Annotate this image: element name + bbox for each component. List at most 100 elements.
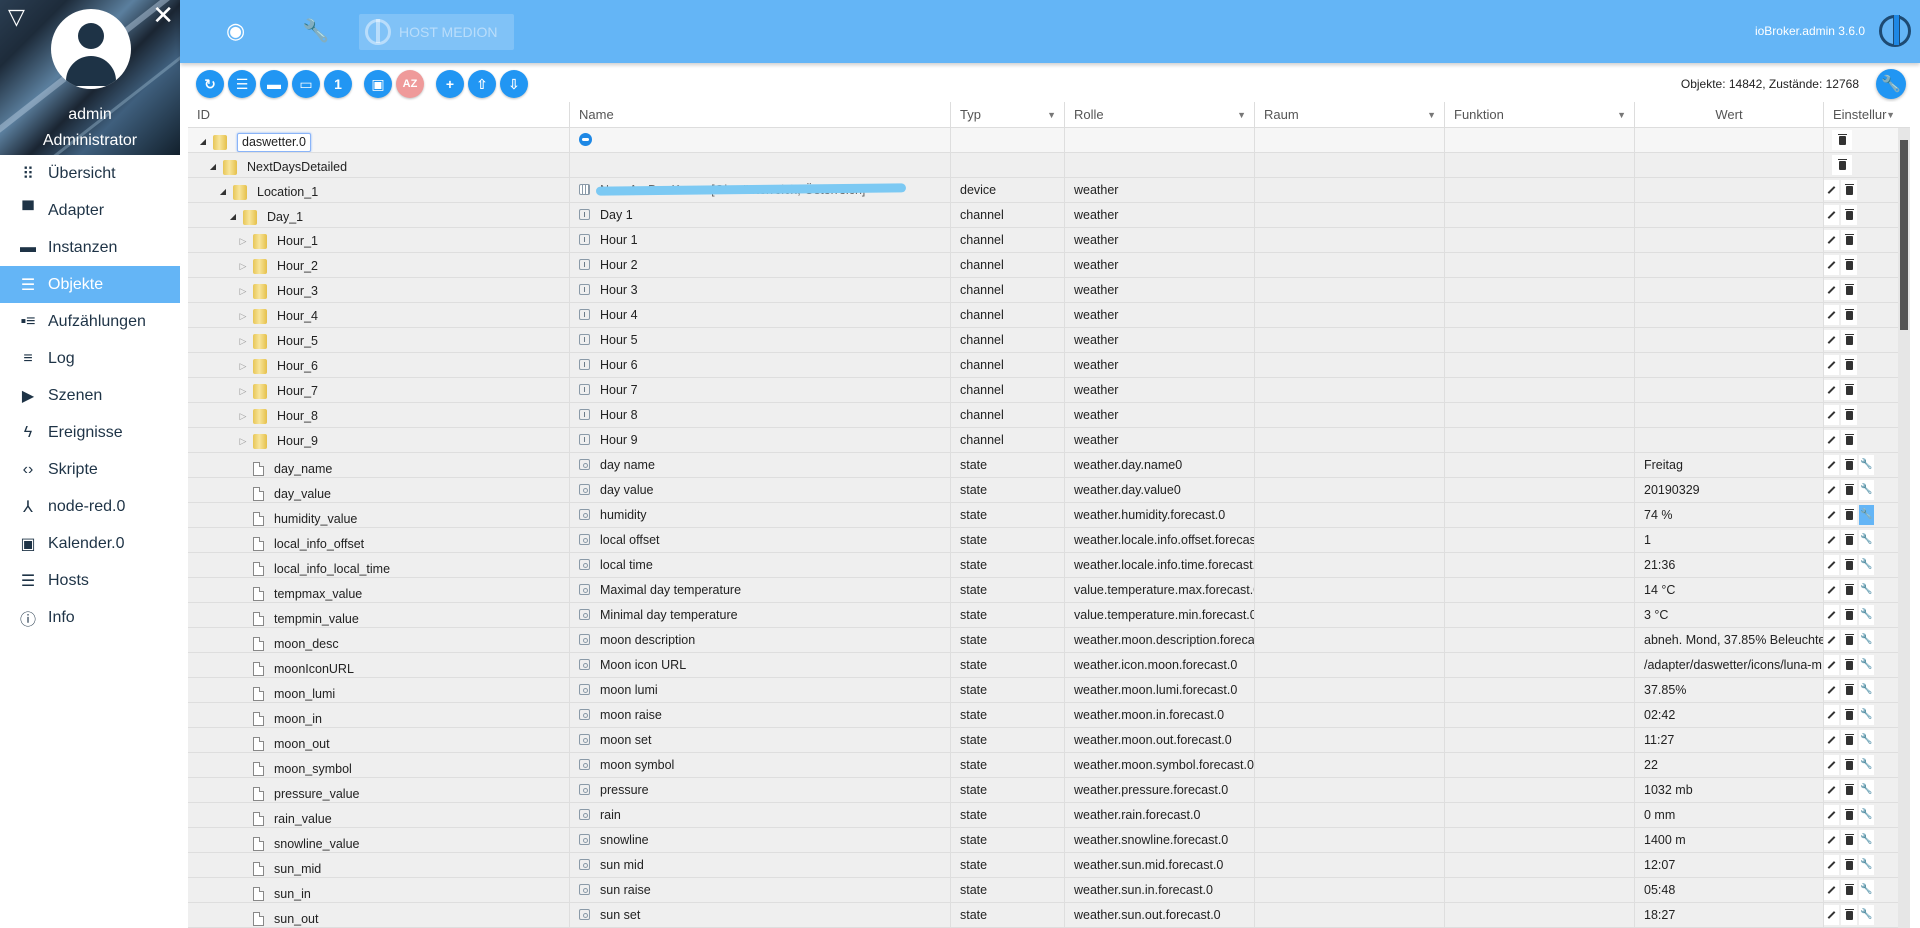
custom-settings-button[interactable]: 🔧 [1858,480,1874,500]
column-header-rolle[interactable]: Rolle ▼ [1065,102,1255,128]
column-header-wert[interactable]: Wert [1635,102,1824,128]
custom-settings-button[interactable]: 🔧 [1858,605,1874,625]
table-row[interactable]: moon_desc moon description state weather.mo… [188,628,1910,653]
one-level-button[interactable]: 1 [324,70,352,98]
custom-settings-button[interactable]: 🔧 [1858,805,1874,825]
close-sidebar-button[interactable]: ✕ [152,2,174,28]
delete-button[interactable] [1841,330,1857,350]
table-row[interactable]: ▷ Hour_5 Hour 5 channel weather [188,328,1910,353]
delete-button[interactable] [1841,230,1857,250]
expanded-triangle-icon[interactable]: ◢ [207,155,219,177]
sidebar-item-übersicht[interactable]: ⠿ Übersicht [0,155,180,192]
collapsed-triangle-icon[interactable]: ▷ [237,229,249,252]
table-row[interactable]: ▷ Hour_3 Hour 3 channel weather [188,278,1910,303]
eye-icon[interactable]: ◉ [226,18,245,44]
sort-az-button[interactable]: AZ [396,70,424,98]
expanded-triangle-icon[interactable]: ◢ [227,205,239,227]
table-row[interactable]: moon_out moon set state weather.moon.out.fo… [188,728,1910,753]
edit-button[interactable] [1824,805,1840,825]
id-edit-input[interactable]: daswetter.0 [237,132,311,152]
delete-button[interactable] [1841,905,1857,925]
table-row[interactable]: ▷ Hour_2 Hour 2 channel weather [188,253,1910,278]
delete-button[interactable] [1841,555,1857,575]
delete-button[interactable] [1841,805,1857,825]
expanded-triangle-icon[interactable]: ◢ [197,130,209,152]
expanded-triangle-icon[interactable]: ◢ [217,180,229,202]
collapsed-triangle-icon[interactable]: ▷ [237,354,249,377]
table-row[interactable]: tempmin_value Minimal day temperature stat… [188,603,1910,628]
delete-button[interactable] [1841,530,1857,550]
cell-wert[interactable]: 3 °C [1635,603,1824,627]
column-header-name[interactable]: Name [570,102,951,128]
custom-settings-button[interactable]: 🔧 [1858,680,1874,700]
delete-button[interactable] [1841,630,1857,650]
collapsed-triangle-icon[interactable]: ▷ [237,304,249,327]
table-row[interactable]: pressure_value pressure state weather.press… [188,778,1910,803]
edit-button[interactable] [1824,355,1840,375]
custom-settings-button[interactable]: 🔧 [1858,705,1874,725]
delete-button[interactable] [1841,880,1857,900]
column-header-id[interactable]: ID [188,102,570,128]
cell-wert[interactable]: 21:36 [1635,553,1824,577]
table-row[interactable]: ◢ daswetter.0 [188,128,1910,153]
cell-wert[interactable]: 74 % [1635,503,1824,527]
delete-button[interactable] [1841,255,1857,275]
delete-button[interactable] [1841,455,1857,475]
sidebar-item-hosts[interactable]: ☰ Hosts [0,562,180,599]
cell-wert[interactable]: Freitag [1635,453,1824,477]
table-row[interactable]: ▷ Hour_6 Hour 6 channel weather [188,353,1910,378]
cell-wert[interactable]: 1 [1635,528,1824,552]
delete-button[interactable] [1841,605,1857,625]
edit-button[interactable] [1824,905,1840,925]
table-row[interactable]: sun_out sun set state weather.sun.out.forec… [188,903,1910,928]
delete-button[interactable] [1841,580,1857,600]
delete-button[interactable] [1841,405,1857,425]
filter-dropdown-icon[interactable]: ▼ [1427,102,1436,128]
edit-button[interactable] [1824,730,1840,750]
table-row[interactable]: ▷ Hour_4 Hour 4 channel weather [188,303,1910,328]
upload-button[interactable]: ⇧ [468,70,496,98]
filter-dropdown-icon[interactable]: ▼ [1886,102,1895,128]
delete-button[interactable] [1841,780,1857,800]
custom-settings-button[interactable]: 🔧 [1858,855,1874,875]
cell-wert[interactable]: 18:27 [1635,903,1824,927]
collapsed-triangle-icon[interactable]: ▷ [237,379,249,402]
column-header-funktion[interactable]: Funktion ▼ [1445,102,1635,128]
sidebar-item-szenen[interactable]: ▶ Szenen [0,377,180,414]
table-row[interactable]: moon_lumi moon lumi state weather.moon.lumi… [188,678,1910,703]
custom-settings-button[interactable]: 🔧 [1858,880,1874,900]
edit-button[interactable] [1824,705,1840,725]
table-row[interactable]: ◢ Location_1 Nu... An Der Krems [Oberöster… [188,178,1910,203]
cell-wert[interactable]: 02:42 [1635,703,1824,727]
filter-dropdown-icon[interactable]: ▼ [1237,102,1246,128]
edit-button[interactable] [1824,755,1840,775]
edit-button[interactable] [1824,630,1840,650]
edit-button[interactable] [1824,405,1840,425]
refresh-button[interactable]: ↻ [196,70,224,98]
cell-wert[interactable]: 37.85% [1635,678,1824,702]
cell-wert[interactable]: 1400 m [1635,828,1824,852]
cell-wert[interactable]: abneh. Mond, 37.85% Beleuchtet [1635,628,1824,652]
delete-button[interactable] [1841,655,1857,675]
sidebar-item-info[interactable]: ⓘ Info [0,599,180,636]
edit-button[interactable] [1824,680,1840,700]
table-row[interactable]: sun_mid sun mid state weather.sun.mid.forec… [188,853,1910,878]
edit-button[interactable] [1824,605,1840,625]
contact-button[interactable]: ▣ [364,70,392,98]
edit-button[interactable] [1824,205,1840,225]
table-row[interactable]: humidity_value humidity state weather.humid… [188,503,1910,528]
menu-toggle-icon[interactable]: ▽ [8,6,25,28]
delete-button[interactable] [1841,430,1857,450]
wrench-icon[interactable]: 🔧 [302,18,329,44]
custom-settings-button[interactable]: 🔧 [1858,905,1874,925]
vertical-scrollbar[interactable] [1898,128,1910,928]
edit-button[interactable] [1824,480,1840,500]
delete-button[interactable] [1841,855,1857,875]
edit-button[interactable] [1824,580,1840,600]
cell-wert[interactable]: 05:48 [1635,878,1824,902]
table-row[interactable]: ▷ Hour_8 Hour 8 channel weather [188,403,1910,428]
cell-wert[interactable]: 14 °C [1635,578,1824,602]
column-header-typ[interactable]: Typ ▼ [951,102,1065,128]
cell-wert[interactable]: 0 mm [1635,803,1824,827]
sidebar-item-skripte[interactable]: ‹› Skripte [0,451,180,488]
